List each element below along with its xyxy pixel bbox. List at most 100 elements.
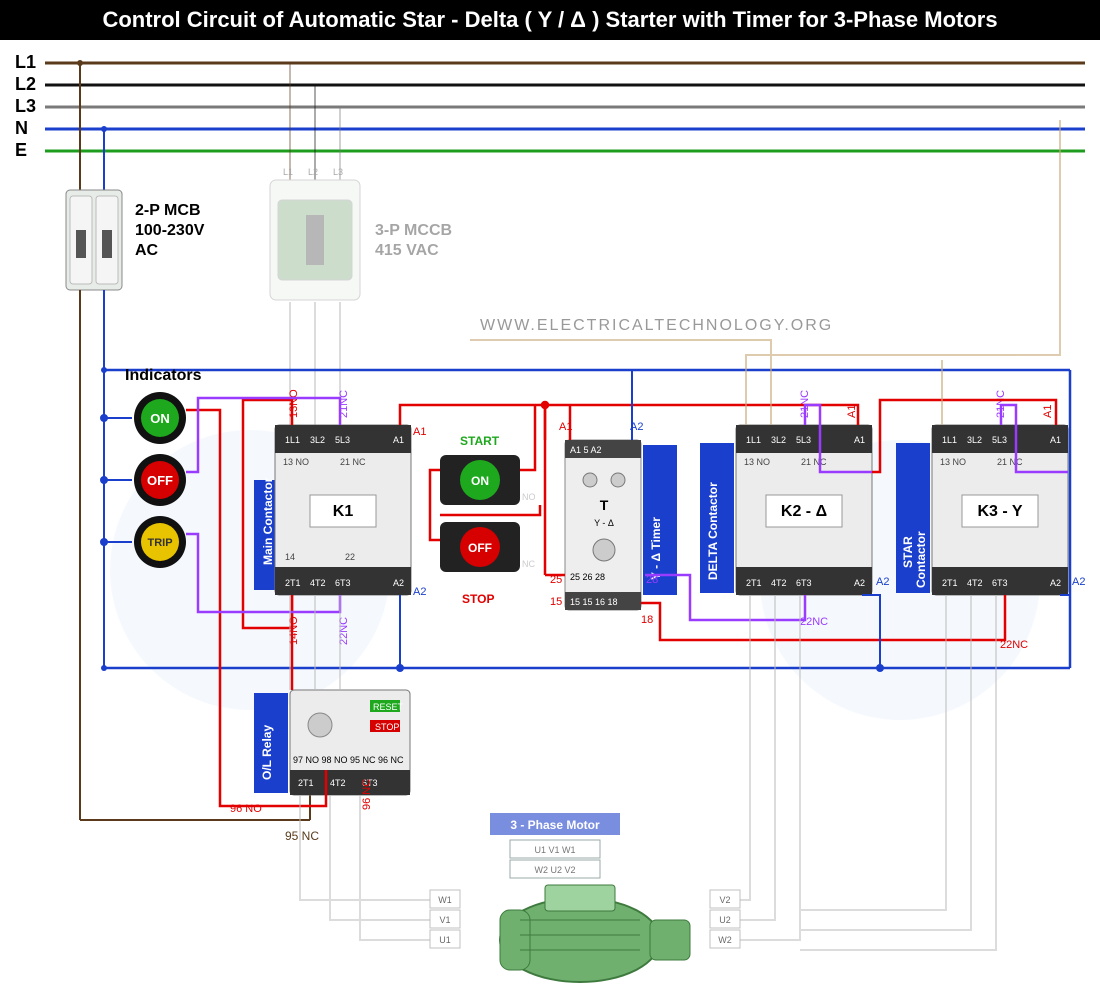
svg-text:Contactor: Contactor	[914, 531, 928, 588]
motor: 3 - Phase Motor U1 V1 W1 W2 U2 V2	[490, 813, 690, 982]
main-a1: A1	[413, 426, 426, 438]
svg-text:5L3: 5L3	[335, 435, 350, 445]
indicator-trip: TRIP	[134, 516, 186, 568]
ol-95nc-label: 95 NC	[285, 829, 319, 843]
svg-text:415 VAC: 415 VAC	[375, 242, 439, 259]
svg-text:3-P MCCB: 3-P MCCB	[375, 222, 452, 239]
timer-label: Y - Δ Timer	[649, 517, 663, 580]
svg-text:OFF: OFF	[468, 541, 492, 555]
svg-text:ON: ON	[150, 411, 170, 426]
svg-text:Y - Δ: Y - Δ	[594, 518, 614, 528]
svg-text:13 NO: 13 NO	[744, 457, 770, 467]
svg-text:L2: L2	[308, 167, 318, 177]
mcb-2p: 2-P MCB 100-230V AC	[66, 190, 205, 290]
stop-button: OFF NC STOP	[440, 522, 535, 606]
title: Control Circuit of Automatic Star - Delt…	[0, 0, 1100, 40]
svg-text:A2: A2	[393, 578, 404, 588]
svg-text:25 26 28: 25 26 28	[570, 572, 605, 582]
svg-text:2T1: 2T1	[285, 578, 301, 588]
svg-text:22: 22	[345, 552, 355, 562]
svg-text:NC: NC	[522, 559, 535, 569]
timer: Y - Δ Timer A1 5 A2 T Y - Δ 25 26 28 15 …	[565, 440, 677, 610]
timer-18: 18	[641, 614, 653, 626]
svg-text:U1 V1 W1: U1 V1 W1	[534, 845, 575, 855]
svg-text:6T3: 6T3	[796, 578, 812, 588]
delta-contactor: DELTA Contactor 1L1 3L2 5L3 A1 13 NO 21 …	[700, 425, 872, 595]
label-e: E	[15, 140, 27, 160]
svg-text:4T2: 4T2	[330, 778, 346, 788]
diagram-canvas: L1 L2 L3 N E 2-P MCB 100-230V AC	[0, 40, 1100, 1000]
svg-text:L1: L1	[283, 167, 293, 177]
svg-text:A2: A2	[854, 578, 865, 588]
main-a2: A2	[413, 586, 426, 598]
timer-15: 15	[550, 596, 562, 608]
svg-text:ON: ON	[471, 474, 489, 488]
svg-text:A2: A2	[1050, 578, 1061, 588]
svg-text:13 NO: 13 NO	[940, 457, 966, 467]
svg-text:2T1: 2T1	[746, 578, 762, 588]
svg-text:K3 - Y: K3 - Y	[977, 503, 1022, 520]
svg-text:15 15 16 18: 15 15 16 18	[570, 597, 618, 607]
stop-label: STOP	[462, 592, 494, 606]
motor-terminals-left: W1 V1 U1	[430, 890, 460, 948]
star-contactor: STAR Contactor 1L1 3L2 5L3 A1 13 NO 21 N…	[896, 425, 1068, 595]
main-13no: 13NO	[288, 389, 300, 418]
svg-text:RESET: RESET	[373, 702, 404, 712]
label-l1: L1	[15, 52, 36, 72]
svg-text:OFF: OFF	[147, 473, 173, 488]
svg-text:6T3: 6T3	[335, 578, 351, 588]
indicator-off: OFF	[134, 454, 186, 506]
svg-text:5L3: 5L3	[796, 435, 811, 445]
svg-text:14: 14	[285, 552, 295, 562]
svg-text:A1: A1	[393, 435, 404, 445]
svg-text:STOP: STOP	[375, 722, 399, 732]
delta-a2: A2	[876, 576, 889, 588]
svg-text:4T2: 4T2	[310, 578, 326, 588]
svg-text:5L3: 5L3	[992, 435, 1007, 445]
svg-text:1L1: 1L1	[746, 435, 761, 445]
tan-wiring	[470, 120, 1060, 425]
svg-text:1L1: 1L1	[285, 435, 300, 445]
svg-text:W2 U2 V2: W2 U2 V2	[534, 865, 575, 875]
main-contactor-label: Main Contactor	[261, 477, 275, 565]
svg-text:STAR: STAR	[901, 536, 915, 568]
svg-text:6T3: 6T3	[992, 578, 1008, 588]
mcb-label3: AC	[135, 242, 159, 259]
svg-text:U1: U1	[439, 935, 451, 945]
svg-text:K2 - Δ: K2 - Δ	[781, 503, 827, 520]
svg-text:4T2: 4T2	[967, 578, 983, 588]
svg-text:21 NC: 21 NC	[997, 457, 1023, 467]
overload-label: O/L Relay	[260, 725, 274, 780]
label-l3: L3	[15, 96, 36, 116]
svg-text:21 NC: 21 NC	[801, 457, 827, 467]
svg-text:1L1: 1L1	[942, 435, 957, 445]
mcb-label1: 2-P MCB	[135, 202, 201, 219]
svg-text:T: T	[600, 497, 609, 513]
svg-text:W1: W1	[438, 895, 452, 905]
svg-text:L3: L3	[333, 167, 343, 177]
svg-text:A1: A1	[854, 435, 865, 445]
indicator-on: ON	[134, 392, 186, 444]
svg-text:3L2: 3L2	[771, 435, 786, 445]
svg-text:21 NC: 21 NC	[340, 457, 366, 467]
main-contactor: Main Contactor 1L1 3L2 5L3 A1 13 NO 21 N…	[254, 425, 411, 595]
svg-text:3L2: 3L2	[967, 435, 982, 445]
svg-text:V2: V2	[719, 895, 730, 905]
svg-text:A1: A1	[1050, 435, 1061, 445]
overload-relay: O/L Relay RESET STOP 97 NO 98 NO 95 NC 9…	[254, 690, 410, 795]
mccb-3p: L1 L2 L3 3-P MCCB 415 VAC	[270, 63, 452, 300]
supply-lines: L1 L2 L3 N E	[15, 52, 1085, 160]
svg-text:K1: K1	[333, 503, 354, 520]
svg-text:NO: NO	[522, 492, 536, 502]
svg-text:97 NO 98 NO 95 NC 96 NC: 97 NO 98 NO 95 NC 96 NC	[293, 755, 404, 765]
indicators-title: Indicators	[125, 367, 202, 384]
svg-text:U2: U2	[719, 915, 731, 925]
delta-contactor-label: DELTA Contactor	[706, 482, 720, 580]
watermark: WWW.ELECTRICALTECHNOLOGY.ORG	[480, 317, 833, 334]
mcb-label2: 100-230V	[135, 222, 205, 239]
start-label: START	[460, 434, 500, 448]
star-a2: A2	[1072, 576, 1085, 588]
star-a1: A1	[1042, 405, 1054, 418]
svg-text:TRIP: TRIP	[147, 537, 172, 549]
svg-text:3L2: 3L2	[310, 435, 325, 445]
